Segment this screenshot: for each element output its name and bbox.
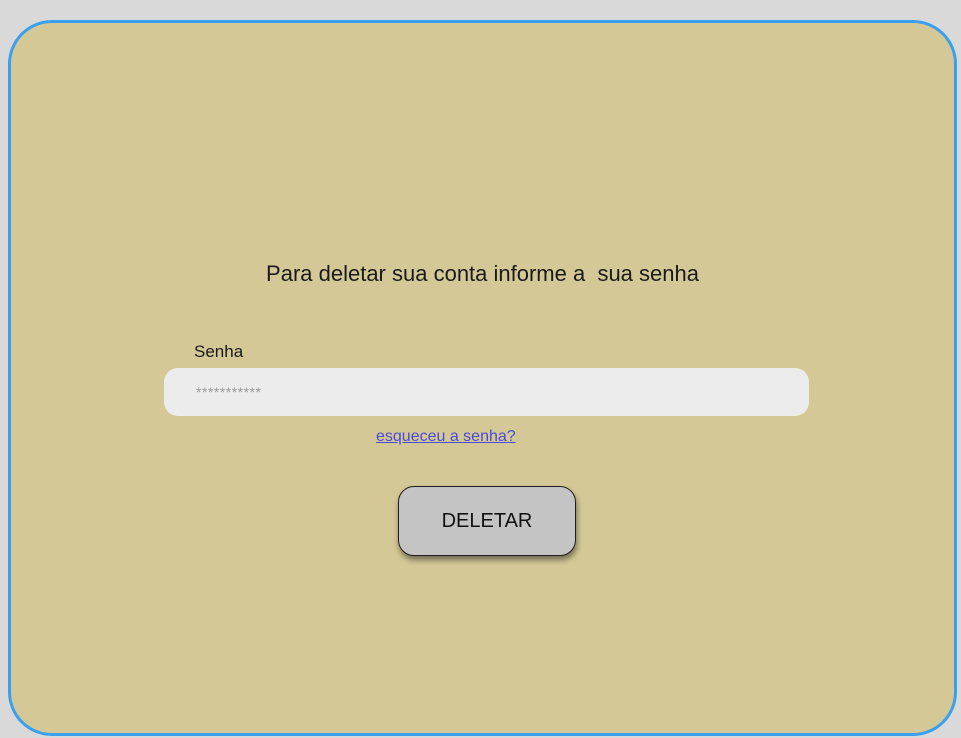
password-label: Senha — [194, 342, 244, 361]
forgot-password-link[interactable]: esqueceu a senha? — [376, 428, 516, 446]
delete-account-card: Para deletar sua conta informe a sua sen… — [8, 20, 957, 736]
delete-button[interactable]: DELETAR — [398, 486, 576, 556]
page-title: Para deletar sua conta informe a sua sen… — [266, 261, 699, 286]
password-input[interactable] — [164, 368, 809, 416]
